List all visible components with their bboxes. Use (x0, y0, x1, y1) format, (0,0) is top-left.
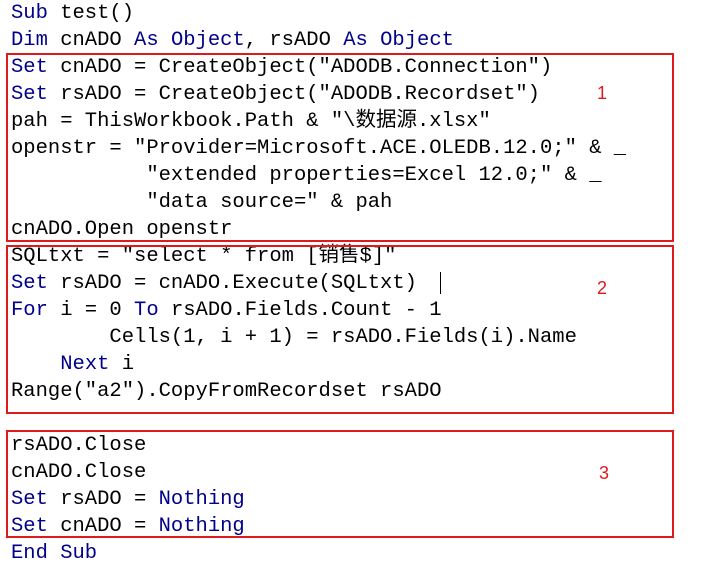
annotation-label-3: 3 (599, 463, 610, 483)
code-token: , rsADO (244, 29, 344, 52)
annotation-label-1: 1 (597, 83, 608, 103)
keyword-token: Object (170, 29, 245, 52)
annotation-box-2 (6, 245, 674, 414)
text-cursor (440, 272, 441, 294)
code-line[interactable]: Dim cnADO As Object, rsADO As Object (11, 27, 454, 54)
keyword-token: Dim (11, 29, 48, 52)
keyword-token: As (134, 29, 159, 52)
annotation-box-1 (6, 53, 674, 242)
keyword-token: Sub (11, 2, 48, 25)
keyword-token: End Sub (11, 542, 98, 565)
code-line[interactable]: End Sub (11, 540, 97, 567)
vba-code-editor[interactable]: Sub test() Dim cnADO As Object, rsADO As … (0, 0, 703, 571)
keyword-token: Object (380, 29, 454, 52)
annotation-box-3 (6, 430, 674, 538)
code-token: test() (47, 2, 135, 25)
annotation-label-2: 2 (597, 278, 608, 298)
code-line[interactable]: Sub test() (11, 0, 134, 27)
keyword-token: As (343, 29, 368, 52)
code-token: cnADO (47, 29, 135, 52)
